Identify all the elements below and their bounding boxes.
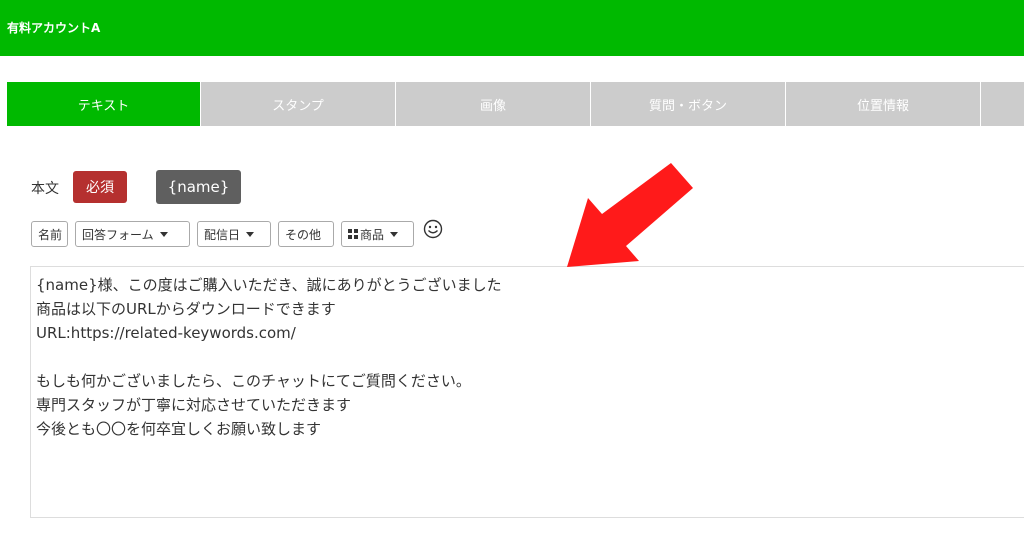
chevron-down-icon [159, 231, 168, 237]
answer-form-label: 回答フォーム [82, 227, 154, 242]
tab-more[interactable] [981, 82, 1024, 126]
message-line: {name}様、この度はご購入いただき、誠にありがとうございました [36, 276, 502, 294]
account-name: 有料アカウントA [7, 21, 101, 35]
product-label: 商品 [360, 227, 385, 242]
insert-name-button[interactable]: 名前 [31, 221, 68, 247]
delivery-date-label: 配信日 [204, 227, 241, 242]
message-text: {name}様、この度はご購入いただき、誠にありがとうございました 商品は以下の… [36, 273, 502, 441]
message-line: もしも何かございましたら、このチャットにてご質問ください。 [36, 372, 471, 390]
answer-form-dropdown[interactable]: 回答フォーム [75, 221, 190, 247]
body-label: 本文 [31, 181, 59, 197]
message-type-tabs: テキスト スタンプ 画像 質問・ボタン 位置情報 [7, 82, 1024, 126]
delivery-date-dropdown[interactable]: 配信日 [197, 221, 271, 247]
arrow-pointer-icon [567, 163, 693, 267]
insert-name-label: 名前 [38, 227, 63, 242]
message-textarea[interactable]: {name}様、この度はご購入いただき、誠にありがとうございました 商品は以下の… [30, 266, 1024, 518]
tab-stamp[interactable]: スタンプ [201, 82, 395, 126]
product-grid-icon [348, 229, 358, 239]
required-badge: 必須 [73, 171, 127, 203]
tab-text[interactable]: テキスト [7, 82, 200, 126]
name-variable-button[interactable]: {name} [156, 170, 241, 204]
tab-image[interactable]: 画像 [396, 82, 590, 126]
chevron-down-icon [246, 231, 255, 237]
chevron-down-icon [390, 231, 399, 237]
message-line: URL:https://related-keywords.com/ [36, 324, 296, 342]
message-line: 今後とも〇〇を何卒宜しくお願い致します [36, 420, 322, 438]
header-bar: 有料アカウントA [0, 0, 1024, 56]
smiley-icon[interactable] [423, 219, 443, 239]
message-line: 商品は以下のURLからダウンロードできます [36, 300, 336, 318]
other-label: その他 [285, 227, 322, 242]
other-button[interactable]: その他 [278, 221, 334, 247]
tab-location[interactable]: 位置情報 [786, 82, 980, 126]
tab-question-button[interactable]: 質問・ボタン [591, 82, 785, 126]
message-line [36, 345, 502, 369]
message-line: 専門スタッフが丁寧に対応させていただきます [36, 396, 352, 414]
product-dropdown[interactable]: 商品 [341, 221, 414, 247]
